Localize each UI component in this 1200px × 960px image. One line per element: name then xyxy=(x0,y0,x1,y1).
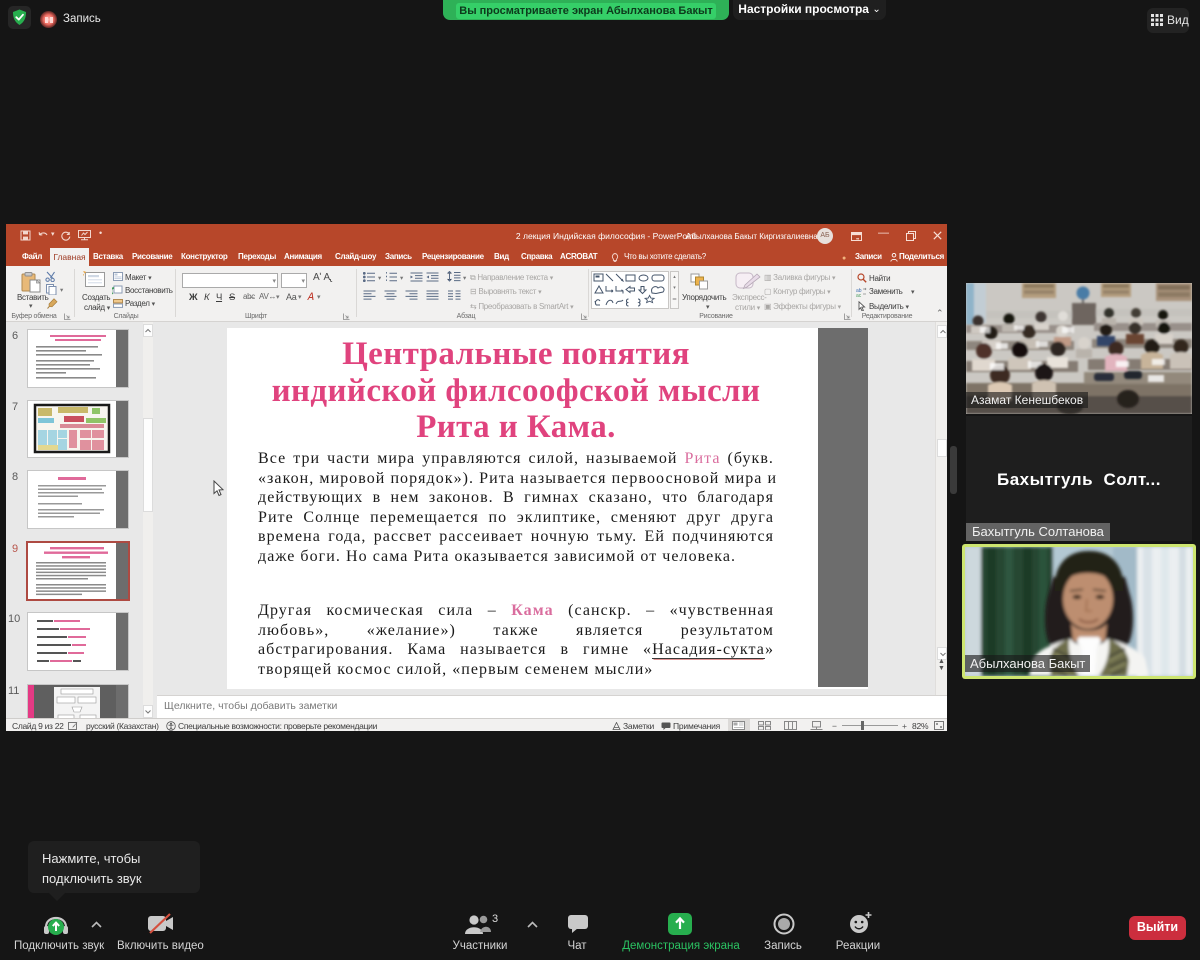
svg-text:ас: ас xyxy=(856,293,862,297)
svg-text:3: 3 xyxy=(492,913,498,925)
